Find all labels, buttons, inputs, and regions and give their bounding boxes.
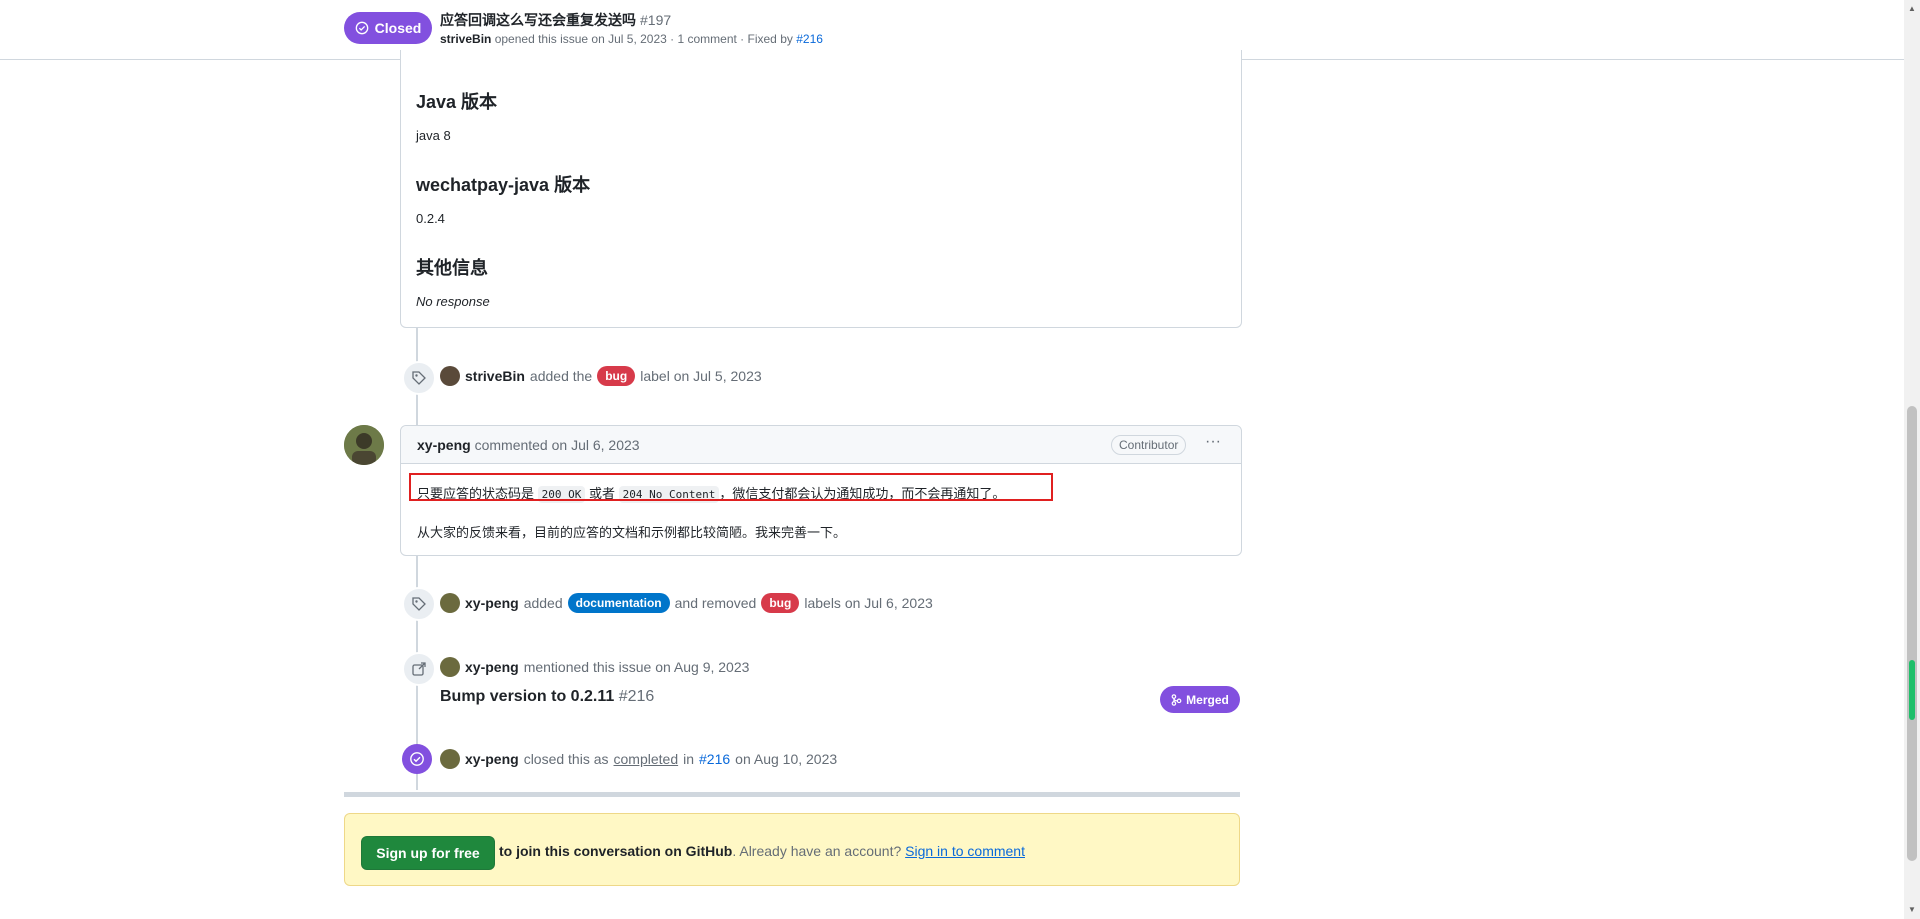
issue-number: #197 [640, 12, 672, 28]
event-label-added: striveBin added the bug label on Jul 5, … [440, 366, 762, 386]
event-text: closed this as [523, 751, 609, 767]
merged-badge: Merged [1160, 686, 1240, 713]
scrollbar[interactable]: ▲ ▼ [1904, 0, 1920, 919]
issue-state-label: Closed [374, 20, 422, 36]
event-actor[interactable]: xy-peng [465, 751, 519, 767]
scroll-up-arrow-icon[interactable]: ▲ [1908, 4, 1916, 13]
signup-banner: Sign up for free to join this conversati… [344, 813, 1240, 886]
heading-other-info: 其他信息 [416, 258, 488, 278]
event-actor[interactable]: striveBin [465, 368, 525, 384]
kebab-menu-icon[interactable]: ··· [1201, 434, 1225, 454]
timeline-end-divider [344, 792, 1240, 797]
signup-bold-text: to join this conversation on GitHub [499, 843, 733, 859]
scroll-down-arrow-icon[interactable]: ▼ [1908, 905, 1916, 914]
heading-sdk-version: wechatpay-java 版本 [416, 175, 591, 195]
avatar[interactable] [440, 593, 460, 613]
label-bug[interactable]: bug [597, 366, 636, 386]
cross-reference-icon [402, 652, 436, 686]
comment-header: xy-peng commented on Jul 6, 2023 Contrib… [401, 426, 1241, 464]
closing-pr-link[interactable]: #216 [699, 751, 730, 767]
event-text: labels on Jul 6, 2023 [804, 595, 933, 611]
event-text: mentioned this issue on Aug 9, 2023 [523, 659, 750, 675]
event-text: in [683, 751, 695, 767]
avatar[interactable] [440, 749, 460, 769]
heading-java-version: Java 版本 [416, 92, 498, 112]
event-text: on Aug 10, 2023 [735, 751, 838, 767]
annotation-highlight-box [409, 473, 1053, 501]
scrollbar-marker [1909, 660, 1915, 720]
sign-in-link[interactable]: Sign in to comment [905, 843, 1025, 859]
signup-text: to join this conversation on GitHub. Alr… [499, 843, 1025, 859]
timeline-line [416, 328, 418, 790]
signup-plain-text: . Already have an account? [732, 843, 902, 859]
issue-title[interactable]: 应答回调这么写还会重复发送吗 #197 [440, 10, 671, 30]
referenced-pr-title[interactable]: Bump version to 0.2.11 #216 [440, 688, 654, 706]
event-text: added [523, 595, 563, 611]
event-mentioned: xy-peng mentioned this issue on Aug 9, 2… [440, 657, 749, 677]
comment-paragraph: 从大家的反馈来看，目前的应答的文档和示例都比较简陋。我来完善一下。 [417, 525, 847, 540]
label-bug[interactable]: bug [761, 593, 800, 613]
event-actor[interactable]: xy-peng [465, 659, 519, 675]
issue-meta-text: opened this issue on Jul 5, 2023 · 1 com… [494, 32, 793, 46]
fixed-by-link[interactable]: #216 [796, 32, 823, 46]
comment-author[interactable]: xy-peng [417, 437, 471, 453]
contributor-badge: Contributor [1111, 435, 1187, 455]
sign-up-button[interactable]: Sign up for free [361, 836, 495, 870]
other-info-value: No response [416, 294, 490, 309]
comment-action[interactable]: commented on Jul 6, 2023 [475, 437, 640, 453]
event-text: added the [529, 368, 593, 384]
avatar[interactable] [344, 425, 384, 465]
label-documentation[interactable]: documentation [567, 593, 670, 613]
issue-title-text: 应答回调这么写还会重复发送吗 [440, 12, 636, 28]
event-text: label on Jul 5, 2023 [640, 368, 762, 384]
scrollbar-thumb[interactable] [1907, 406, 1917, 861]
check-circle-icon [355, 21, 368, 35]
event-text: and removed [674, 595, 757, 611]
closed-check-icon [402, 744, 432, 774]
referenced-pr-title-text: Bump version to 0.2.11 [440, 688, 615, 705]
event-closed: xy-peng closed this as completed in #216… [440, 749, 837, 769]
tag-icon [402, 587, 436, 621]
issue-author-link[interactable]: striveBin [440, 32, 491, 46]
referenced-pr-number: #216 [618, 688, 655, 705]
event-actor[interactable]: xy-peng [465, 595, 519, 611]
avatar[interactable] [440, 366, 460, 386]
avatar[interactable] [440, 657, 460, 677]
merge-icon [1171, 693, 1182, 706]
event-labels-changed: xy-peng added documentation and removed … [440, 593, 933, 613]
issue-state-badge: Closed [344, 12, 432, 44]
tag-icon [402, 361, 436, 395]
comment-author-line: xy-peng commented on Jul 6, 2023 [417, 437, 640, 453]
merged-label: Merged [1186, 692, 1229, 707]
sdk-version-value: 0.2.4 [416, 211, 445, 226]
completed-link[interactable]: completed [614, 751, 679, 767]
issue-meta: striveBin opened this issue on Jul 5, 20… [440, 32, 823, 46]
java-version-value: java 8 [416, 128, 451, 143]
